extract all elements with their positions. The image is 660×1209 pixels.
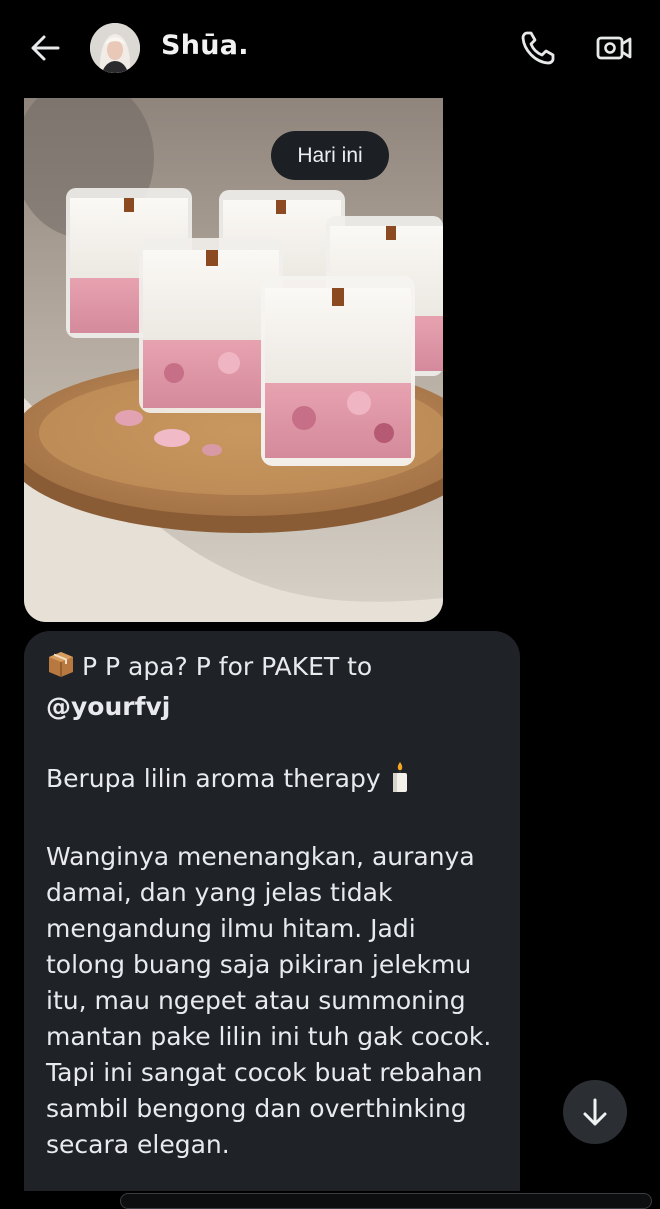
message-body-line: Tapi ini sangat cocok buat rebahan [46,1058,483,1087]
scroll-to-bottom-button[interactable] [563,1080,627,1144]
message-body-line: Wanginya menenangkan, auranya [46,842,475,871]
message-body-line: mantan pake lilin ini tuh gak cocok. [46,1022,492,1051]
message-body-line: damai, dan yang jelas tidak [46,878,393,907]
message-text-line1: P P apa? P for PAKET to [82,652,373,681]
avatar-image [90,23,140,73]
candle [261,276,415,466]
message-body-line: sambil bengong dan overthinking [46,1094,467,1123]
message-body-line: secara elegan. [46,1130,230,1159]
package-icon [46,649,76,689]
message-bubble[interactable]: P P apa? P for PAKET to @yourfvj Berupa … [24,631,520,1191]
message-line: P P apa? P for PAKET to [46,649,498,689]
candle-icon [389,761,411,803]
arrow-left-icon [31,35,60,61]
message-composer[interactable] [120,1193,652,1209]
video-camera-icon [596,36,632,60]
arrow-down-icon [583,1098,607,1126]
phone-icon [521,31,555,65]
chat-header: Shūa. [0,0,660,98]
message-line: Berupa lilin aroma therapy [46,761,498,803]
shared-photo[interactable] [24,98,443,622]
date-label: Hari ini [271,131,389,180]
contact-name[interactable]: Shūa. [161,30,249,61]
candles-photo [24,98,443,622]
back-button[interactable] [28,30,64,66]
avatar[interactable] [90,23,140,73]
video-call-button[interactable] [594,30,634,66]
message-body-line: itu, mau ngepet atau summoning [46,986,466,1015]
message-body-line: tolong buang saja pikiran jelekmu [46,950,472,979]
message-text-line3: Berupa lilin aroma therapy [46,764,381,793]
mention-link[interactable]: @yourfvj [46,689,498,725]
call-button[interactable] [518,28,558,68]
message-body-line: mengandung ilmu hitam. Jadi [46,914,416,943]
